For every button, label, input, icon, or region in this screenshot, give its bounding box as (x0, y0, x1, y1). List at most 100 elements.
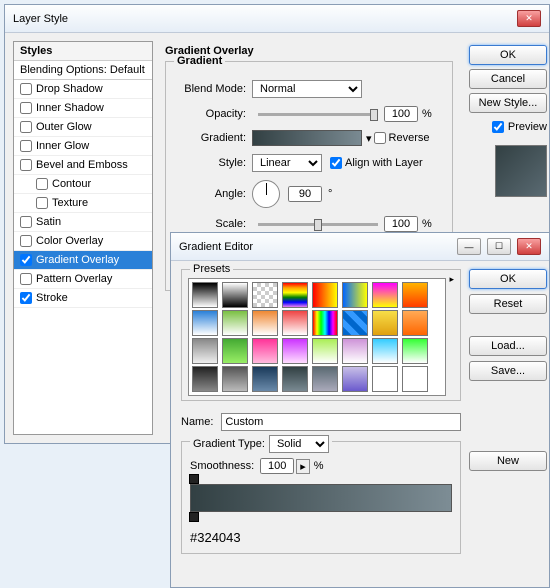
style-item[interactable]: Pattern Overlay (14, 270, 152, 289)
preset-swatch[interactable] (282, 282, 308, 308)
style-item[interactable]: Satin (14, 213, 152, 232)
preset-swatch[interactable] (252, 282, 278, 308)
style-checkbox[interactable] (36, 178, 48, 190)
reset-button[interactable]: Reset (469, 294, 547, 314)
preset-swatch[interactable] (222, 310, 248, 336)
gradient-type-select[interactable]: Solid (269, 435, 329, 453)
preset-swatch[interactable] (192, 338, 218, 364)
preset-swatch[interactable] (372, 366, 398, 392)
opacity-slider[interactable] (258, 113, 378, 116)
cancel-button[interactable]: Cancel (469, 69, 547, 89)
style-item[interactable]: Bevel and Emboss (14, 156, 152, 175)
opacity-stop[interactable] (189, 474, 199, 484)
preset-swatch[interactable] (252, 366, 278, 392)
chevron-down-icon[interactable]: ▾ (366, 132, 372, 145)
preset-swatch[interactable] (372, 338, 398, 364)
maximize-icon[interactable]: ☐ (487, 238, 511, 255)
preset-swatch[interactable] (222, 366, 248, 392)
align-checkbox[interactable] (330, 157, 342, 169)
style-checkbox[interactable] (20, 254, 32, 266)
group-label: Gradient (174, 55, 225, 67)
style-label: Contour (52, 178, 91, 190)
new-style-button[interactable]: New Style... (469, 93, 547, 113)
scale-input[interactable] (384, 216, 418, 232)
preset-swatch[interactable] (252, 310, 278, 336)
chevron-right-icon[interactable]: ▸ (296, 459, 310, 474)
ok-button[interactable]: OK (469, 269, 547, 289)
style-checkbox[interactable] (36, 197, 48, 209)
preset-swatch[interactable] (282, 310, 308, 336)
style-item[interactable]: Stroke (14, 289, 152, 308)
preview-checkbox[interactable] (492, 121, 504, 133)
preset-swatch[interactable] (222, 338, 248, 364)
preview-swatch (495, 145, 547, 197)
reverse-checkbox[interactable] (374, 132, 386, 144)
style-checkbox[interactable] (20, 102, 32, 114)
dialog-buttons: OK Reset Load... Save... New (467, 269, 547, 554)
style-checkbox[interactable] (20, 159, 32, 171)
close-icon[interactable]: ✕ (517, 238, 541, 255)
blending-options[interactable]: Blending Options: Default (14, 61, 152, 80)
preset-swatch[interactable] (372, 310, 398, 336)
style-checkbox[interactable] (20, 292, 32, 304)
opacity-input[interactable] (384, 106, 418, 122)
titlebar[interactable]: Gradient Editor — ☐ ✕ (171, 233, 549, 261)
preset-swatch[interactable] (402, 310, 428, 336)
preset-swatch[interactable] (342, 310, 368, 336)
preset-swatch[interactable] (252, 338, 278, 364)
preset-swatch[interactable] (342, 282, 368, 308)
save-button[interactable]: Save... (469, 361, 547, 381)
style-select[interactable]: Linear (252, 154, 322, 172)
preset-swatch[interactable] (342, 366, 368, 392)
style-item[interactable]: Outer Glow (14, 118, 152, 137)
style-item[interactable]: Color Overlay (14, 232, 152, 251)
style-checkbox[interactable] (20, 83, 32, 95)
preset-swatch[interactable] (312, 366, 338, 392)
style-checkbox[interactable] (20, 235, 32, 247)
style-checkbox[interactable] (20, 121, 32, 133)
preset-swatch[interactable] (312, 282, 338, 308)
preset-swatch[interactable] (282, 338, 308, 364)
style-label: Texture (52, 197, 88, 209)
style-label: Pattern Overlay (36, 273, 112, 285)
style-checkbox[interactable] (20, 273, 32, 285)
close-icon[interactable]: ✕ (517, 10, 541, 27)
angle-dial[interactable] (252, 180, 280, 208)
preset-swatch[interactable] (402, 338, 428, 364)
new-button[interactable]: New (469, 451, 547, 471)
style-checkbox[interactable] (20, 216, 32, 228)
load-button[interactable]: Load... (469, 336, 547, 356)
smoothness-input[interactable] (260, 458, 294, 474)
style-item[interactable]: Inner Glow (14, 137, 152, 156)
preset-swatch[interactable] (192, 366, 218, 392)
gradient-bar[interactable] (190, 484, 452, 512)
style-item[interactable]: Texture (14, 194, 152, 213)
titlebar[interactable]: Layer Style ✕ (5, 5, 549, 33)
color-stop[interactable] (189, 512, 199, 522)
styles-header[interactable]: Styles (14, 42, 152, 61)
style-item[interactable]: Inner Shadow (14, 99, 152, 118)
preset-swatch[interactable] (342, 338, 368, 364)
preset-swatch[interactable] (282, 366, 308, 392)
angle-input[interactable] (288, 186, 322, 202)
name-input[interactable] (221, 413, 461, 431)
preset-swatch[interactable] (312, 338, 338, 364)
preset-swatch[interactable] (222, 282, 248, 308)
style-checkbox[interactable] (20, 140, 32, 152)
style-item[interactable]: Drop Shadow (14, 80, 152, 99)
preset-swatch[interactable] (402, 282, 428, 308)
gradient-preview[interactable] (252, 130, 362, 146)
preset-swatch[interactable] (192, 282, 218, 308)
style-item[interactable]: Contour (14, 175, 152, 194)
blend-mode-select[interactable]: Normal (252, 80, 362, 98)
preset-swatch[interactable] (312, 310, 338, 336)
scale-slider[interactable] (258, 223, 378, 226)
preset-swatch[interactable] (192, 310, 218, 336)
preset-swatch[interactable] (402, 366, 428, 392)
ok-button[interactable]: OK (469, 45, 547, 65)
window-title: Gradient Editor (179, 241, 451, 253)
minimize-icon[interactable]: — (457, 238, 481, 255)
preset-swatch[interactable] (372, 282, 398, 308)
style-item[interactable]: Gradient Overlay (14, 251, 152, 270)
presets-menu-icon[interactable]: ▸ (449, 274, 454, 285)
